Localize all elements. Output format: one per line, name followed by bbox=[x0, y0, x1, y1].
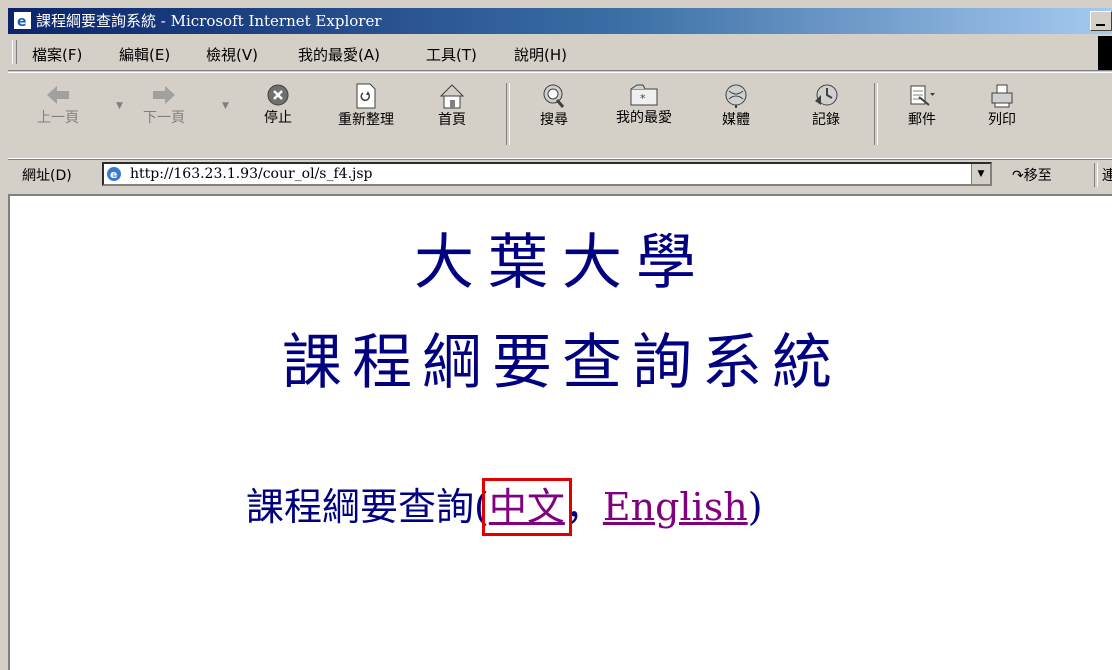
mail-icon bbox=[910, 85, 935, 106]
media-button[interactable]: 媒體 bbox=[714, 79, 758, 151]
search-icon bbox=[543, 84, 565, 108]
refresh-icon bbox=[356, 83, 376, 109]
query-line: 課程綱要查詢(中文，English) bbox=[246, 476, 763, 536]
chinese-link[interactable]: 中文 bbox=[481, 478, 572, 536]
query-prefix: 課程綱要查詢( bbox=[246, 485, 489, 529]
address-url: http://163.23.1.93/cour_ol/s_f4.jsp bbox=[130, 166, 373, 182]
back-arrow-icon bbox=[47, 86, 69, 104]
svg-text:e: e bbox=[110, 168, 117, 181]
home-icon bbox=[439, 84, 465, 109]
menu-favorites[interactable]: 我的最愛(A) bbox=[298, 44, 380, 65]
go-button[interactable]: ↷移至 bbox=[1012, 165, 1052, 185]
go-arrow-icon: ↷ bbox=[1012, 168, 1024, 184]
printer-icon bbox=[991, 84, 1013, 108]
english-link[interactable]: English bbox=[603, 485, 748, 529]
svg-text:*: * bbox=[640, 92, 646, 105]
address-input[interactable]: e http://163.23.1.93/cour_ol/s_f4.jsp ▼ bbox=[102, 162, 992, 186]
search-button[interactable]: 搜尋 bbox=[532, 79, 576, 151]
address-bar: 網址(D) e http://163.23.1.93/cour_ol/s_f4.… bbox=[8, 158, 1112, 191]
favorites-icon: * bbox=[630, 84, 658, 106]
query-suffix: ) bbox=[747, 485, 763, 529]
back-dropdown-icon[interactable]: ▼ bbox=[116, 101, 123, 111]
history-button[interactable]: 記錄 bbox=[804, 79, 848, 151]
links-button[interactable]: 連 bbox=[1102, 165, 1112, 185]
browser-window: e 課程綱要查詢系統 - Microsoft Internet Explorer… bbox=[0, 0, 1112, 670]
stop-button[interactable]: 停止 bbox=[256, 79, 300, 151]
print-button[interactable]: 列印 bbox=[980, 79, 1024, 151]
window-title: 課程綱要查詢系統 - Microsoft Internet Explorer bbox=[36, 12, 382, 30]
title-bar: e 課程綱要查詢系統 - Microsoft Internet Explorer bbox=[8, 8, 1112, 34]
forward-arrow-icon bbox=[153, 86, 175, 104]
address-label: 網址(D) bbox=[22, 168, 72, 184]
address-separator bbox=[1094, 163, 1098, 187]
menu-tools[interactable]: 工具(T) bbox=[426, 44, 477, 65]
menu-edit[interactable]: 編輯(E) bbox=[119, 44, 170, 65]
system-title-heading: 課程綱要查詢系統 bbox=[282, 328, 842, 398]
menu-view[interactable]: 檢視(V) bbox=[206, 44, 258, 65]
mail-button[interactable]: 郵件 bbox=[900, 79, 944, 151]
minimize-button[interactable] bbox=[1090, 11, 1112, 31]
stop-icon bbox=[267, 84, 289, 106]
ie-page-icon: e bbox=[106, 166, 122, 182]
menu-bar: 檔案(F) 編輯(E) 檢視(V) 我的最愛(A) 工具(T) 說明(H) bbox=[8, 36, 1112, 71]
address-dropdown-icon[interactable]: ▼ bbox=[971, 164, 990, 184]
comma: ， bbox=[564, 485, 603, 529]
windows-brand-logo bbox=[1098, 36, 1112, 70]
back-button[interactable]: 上一頁 bbox=[30, 79, 86, 151]
menu-help[interactable]: 說明(H) bbox=[514, 44, 567, 65]
home-button[interactable]: 首頁 bbox=[432, 79, 472, 151]
menu-file[interactable]: 檔案(F) bbox=[32, 44, 82, 65]
refresh-button[interactable]: 重新整理 bbox=[328, 79, 404, 151]
ie-logo-icon: e bbox=[14, 12, 31, 29]
forward-dropdown-icon[interactable]: ▼ bbox=[222, 101, 229, 111]
history-icon bbox=[815, 84, 838, 106]
toolbar-separator bbox=[506, 83, 510, 145]
favorites-button[interactable]: * 我的最愛 bbox=[604, 79, 684, 151]
toolbar-separator bbox=[874, 83, 878, 145]
svg-text:e: e bbox=[17, 14, 27, 29]
university-heading: 大葉大學 bbox=[414, 228, 710, 298]
standard-toolbar: 上一頁 ▼ 下一頁 ▼ 停止 重新整理 首頁 搜尋 * 我的最愛 媒體 記錄 郵… bbox=[8, 72, 1112, 160]
page-content: 大葉大學 課程綱要查詢系統 課程綱要查詢(中文，English) bbox=[8, 194, 1112, 670]
forward-button[interactable]: 下一頁 bbox=[136, 79, 192, 151]
media-icon bbox=[725, 84, 747, 108]
menu-grip[interactable] bbox=[12, 40, 17, 64]
